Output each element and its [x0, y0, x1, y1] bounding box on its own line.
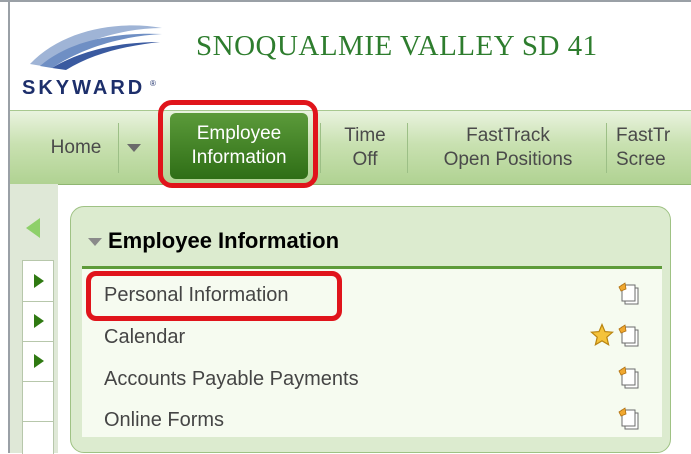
favorite-star-icon[interactable]	[590, 323, 614, 347]
skyward-logo[interactable]: SKYWARD ®	[22, 22, 168, 99]
nav-time-off[interactable]: Time Off	[330, 111, 400, 184]
nav-dropdown-button[interactable]	[122, 111, 146, 184]
sidebar-row[interactable]	[23, 301, 53, 342]
sidebar-row[interactable]	[23, 261, 53, 302]
district-name: SNOQUALMIE VALLEY SD 41	[196, 30, 598, 62]
logo-wordmark: SKYWARD	[22, 77, 145, 98]
section-collapse-icon[interactable]	[88, 238, 102, 246]
svg-text:®: ®	[150, 79, 156, 88]
nav-label-line: FastTr	[616, 124, 671, 146]
nav-separator	[606, 123, 607, 173]
collapse-left-icon[interactable]	[26, 218, 40, 238]
nav-separator	[407, 123, 408, 173]
panel-title: Employee Information	[108, 228, 340, 253]
highlight-annotation-personal	[86, 271, 342, 321]
nav-label-line: FastTrack	[466, 124, 550, 146]
main-navigation: Home Time Off FastTrack Open Positions F…	[10, 110, 691, 185]
nav-label-line: Scree	[616, 148, 666, 170]
sidebar-expanders	[22, 260, 54, 454]
highlight-annotation-nav	[158, 100, 318, 188]
page-icon[interactable]	[618, 407, 640, 431]
nav-fasttrack-screening[interactable]: FastTr Scree	[616, 111, 691, 184]
nav-separator	[320, 123, 321, 173]
nav-label-line: Open Positions	[443, 148, 573, 170]
menu-item-online-forms[interactable]: Online Forms	[104, 409, 224, 432]
window-top-border	[0, 0, 691, 2]
nav-home[interactable]: Home	[36, 111, 116, 184]
expand-right-icon	[34, 354, 44, 368]
nav-fasttrack-open-positions[interactable]: FastTrack Open Positions	[415, 111, 601, 184]
page-icon[interactable]	[618, 366, 640, 390]
nav-separator	[118, 123, 119, 173]
nav-label-line: Time	[344, 124, 386, 146]
sidebar-row[interactable]	[23, 381, 53, 422]
dropdown-caret-icon	[127, 143, 141, 152]
nav-label-line: Off	[352, 148, 378, 170]
expand-right-icon	[34, 314, 44, 328]
menu-item-calendar[interactable]: Calendar	[104, 326, 185, 349]
expand-right-icon	[34, 274, 44, 288]
sidebar-row[interactable]	[23, 341, 53, 382]
panel-header[interactable]: Employee Information	[88, 226, 339, 256]
menu-item-accounts-payable-payments[interactable]: Accounts Payable Payments	[104, 368, 359, 391]
page-icon[interactable]	[618, 324, 640, 348]
page-icon[interactable]	[618, 282, 640, 306]
